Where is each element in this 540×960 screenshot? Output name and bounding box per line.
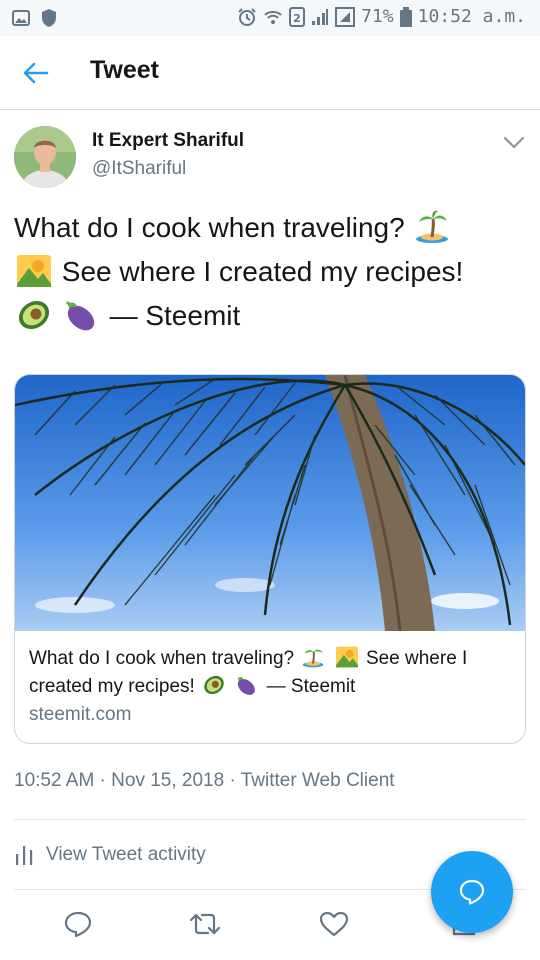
- signal-box-icon: [335, 6, 356, 27]
- page-title: Tweet: [90, 56, 159, 84]
- avocado-emoji-icon: [204, 675, 224, 695]
- card-domain: steemit.com: [29, 704, 132, 725]
- sunrise-over-mountains-emoji-icon: [17, 255, 51, 287]
- tweet-options-button[interactable]: [500, 130, 528, 154]
- wifi-icon: [264, 10, 282, 24]
- avatar[interactable]: [14, 126, 76, 188]
- tweet-text: What do I cook when traveling? See where…: [14, 206, 526, 338]
- clock: 10:52 a.m.: [417, 6, 526, 27]
- battery-icon: [399, 6, 412, 27]
- image-notification-icon: [12, 10, 30, 26]
- profile-photo: [14, 126, 76, 188]
- card-title-part-1: What do I cook when traveling?: [29, 648, 295, 669]
- retweet-icon: [189, 913, 221, 935]
- chevron-down-icon: [503, 136, 525, 149]
- alarm-icon: [238, 7, 256, 26]
- tweet-text-line-2: See where I created my recipes!: [14, 250, 526, 294]
- card-title: What do I cook when traveling? See where…: [29, 645, 513, 701]
- view-tweet-activity-label: View Tweet activity: [46, 844, 206, 865]
- back-button[interactable]: [14, 56, 58, 90]
- desert-island-emoji-icon: [416, 210, 449, 243]
- eggplant-emoji-icon: [238, 676, 256, 695]
- sim2-icon: 2: [289, 6, 306, 27]
- view-tweet-activity-button[interactable]: View Tweet activity: [14, 838, 206, 872]
- tweet-text-part-2: See where I created my recipes!: [61, 256, 464, 287]
- tweet-timestamp: 10:52 AM · Nov 15, 2018 · Twitter Web Cl…: [14, 770, 395, 791]
- compose-reply-fab[interactable]: [431, 851, 513, 933]
- author-name[interactable]: It Expert Shariful: [92, 130, 244, 152]
- sunrise-over-mountains-emoji-icon: [335, 646, 358, 668]
- reply-icon: [64, 911, 92, 938]
- battery-percent: 71%: [361, 6, 394, 27]
- card-body: What do I cook when traveling? See where…: [29, 645, 513, 729]
- signal-icon: [312, 8, 329, 25]
- eggplant-emoji-icon: [65, 300, 94, 331]
- arrow-left-icon: [23, 62, 49, 84]
- retweet-button[interactable]: [187, 908, 223, 940]
- tweet-text-part-3: — Steemit: [109, 300, 241, 331]
- compose-reply-icon: [459, 879, 485, 905]
- link-preview-card[interactable]: What do I cook when traveling? See where…: [14, 374, 526, 744]
- author-handle[interactable]: @ItShariful: [92, 158, 186, 180]
- like-button[interactable]: [316, 908, 352, 940]
- svg-text:2: 2: [293, 12, 301, 25]
- card-title-part-3: — Steemit: [266, 676, 356, 697]
- top-app-bar: Tweet: [0, 36, 540, 110]
- shield-icon: [42, 9, 56, 27]
- status-bar: 2 71% 10:52 a.m.: [0, 0, 540, 36]
- tweet-text-line-3: — Steemit: [14, 294, 526, 338]
- reply-button[interactable]: [60, 908, 96, 940]
- tweet-text-line-1: What do I cook when traveling?: [14, 206, 526, 250]
- avocado-emoji-icon: [18, 300, 50, 330]
- desert-island-emoji-icon: [303, 649, 324, 668]
- heart-icon: [319, 911, 349, 937]
- divider: [14, 819, 526, 820]
- bar-chart-icon: [16, 846, 33, 865]
- tweet-text-part-1: What do I cook when traveling?: [14, 212, 405, 243]
- card-image: [15, 375, 525, 631]
